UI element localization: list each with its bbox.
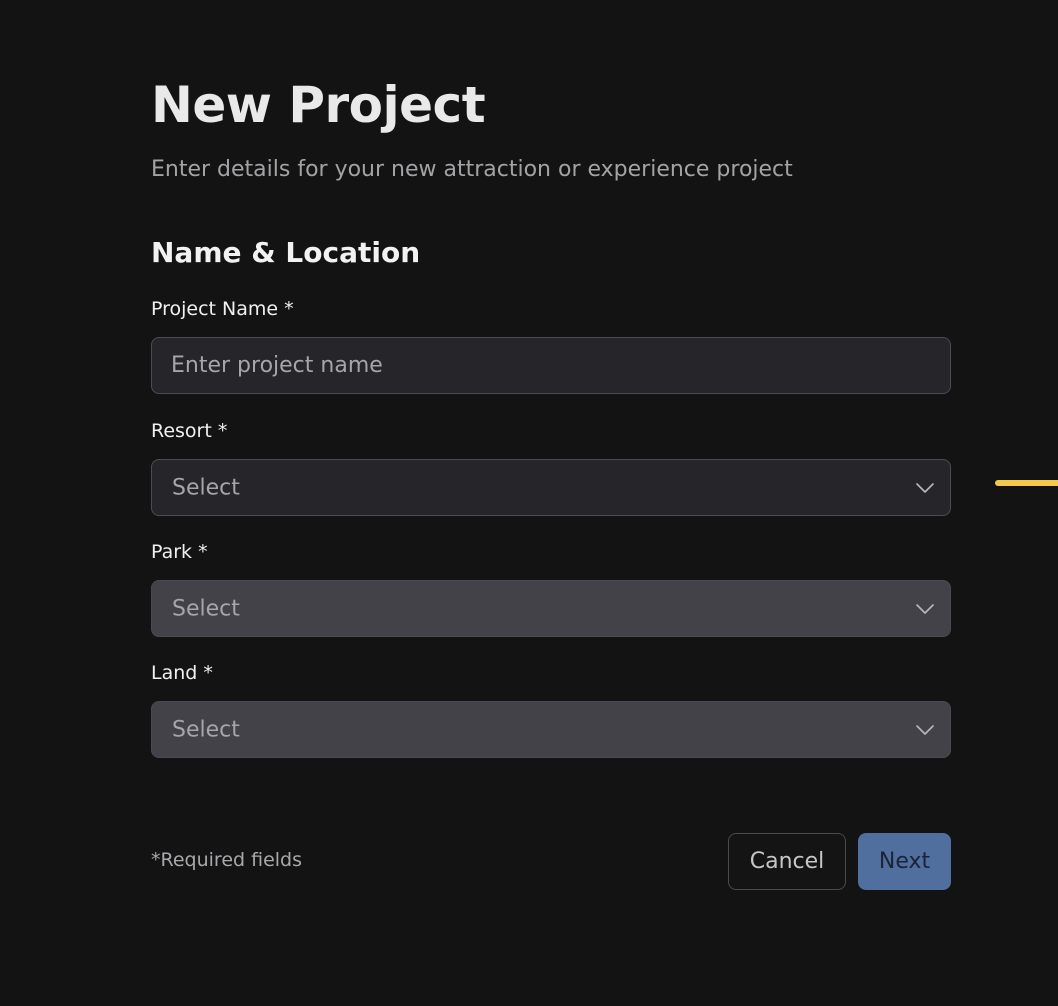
project-name-label: Project Name * [151, 298, 294, 320]
chevron-down-icon [916, 482, 934, 493]
land-select-value: Select [172, 717, 240, 742]
step-indicator-bar [995, 480, 1058, 486]
park-label: Park * [151, 541, 208, 563]
resort-label: Resort * [151, 420, 228, 442]
next-button[interactable]: Next [858, 833, 951, 890]
land-select[interactable]: Select [151, 701, 951, 758]
park-select-value: Select [172, 596, 240, 621]
section-title: Name & Location [151, 236, 421, 269]
resort-select[interactable]: Select [151, 459, 951, 516]
required-fields-note: *Required fields [151, 849, 302, 871]
page-title: New Project [151, 76, 486, 134]
land-label: Land * [151, 662, 213, 684]
park-select[interactable]: Select [151, 580, 951, 637]
cancel-button[interactable]: Cancel [728, 833, 846, 890]
project-name-input[interactable] [152, 338, 950, 393]
chevron-down-icon [916, 603, 934, 614]
resort-select-value: Select [172, 475, 240, 500]
page-subtitle: Enter details for your new attraction or… [151, 157, 793, 182]
project-name-field [151, 337, 951, 394]
new-project-page: New Project Enter details for your new a… [0, 0, 1058, 1006]
chevron-down-icon [916, 724, 934, 735]
